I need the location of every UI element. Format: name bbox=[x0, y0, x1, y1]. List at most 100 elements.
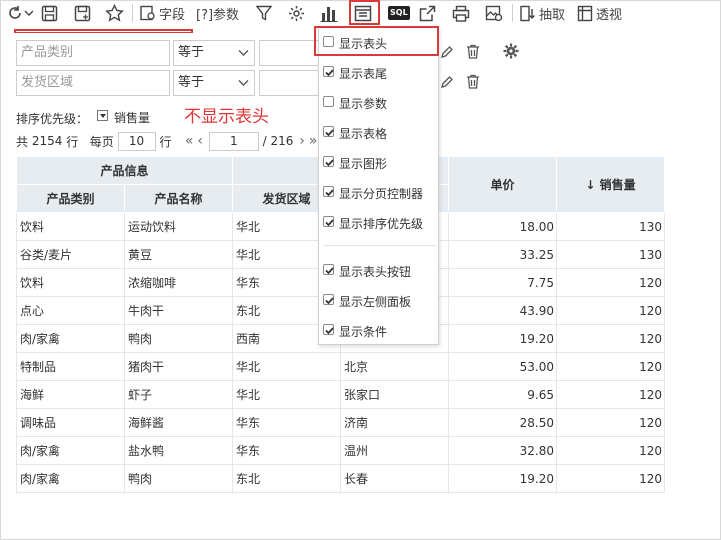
column-header[interactable]: 产品类别 bbox=[16, 184, 125, 213]
prev-page-icon[interactable]: ‹ bbox=[195, 133, 205, 149]
table-cell: 浓缩咖啡 bbox=[124, 268, 233, 297]
total-rows: 2154 bbox=[31, 134, 63, 148]
table-cell: 120 bbox=[556, 436, 665, 465]
table-cell: 特制品 bbox=[16, 352, 125, 381]
table-cell: 鸭肉 bbox=[124, 464, 233, 493]
params-label: [?]参数 bbox=[196, 7, 240, 23]
menu-item[interactable]: 显示表头 bbox=[319, 32, 438, 54]
column-header-sorted[interactable]: ↓ 销售量 bbox=[556, 156, 665, 213]
sort-priority-label: 排序优先级： bbox=[16, 112, 89, 126]
table-cell: 120 bbox=[556, 268, 665, 297]
checkbox-unchecked-icon[interactable] bbox=[323, 36, 334, 47]
filter-operator-value: 等于 bbox=[178, 45, 205, 60]
checkbox-checked-icon[interactable] bbox=[323, 216, 334, 227]
first-page-icon[interactable]: « bbox=[183, 133, 196, 149]
filter-icon bbox=[256, 5, 272, 21]
menu-item-label: 显示条件 bbox=[339, 325, 388, 339]
gear-icon[interactable] bbox=[503, 43, 519, 59]
checkbox-checked-icon[interactable] bbox=[323, 324, 334, 335]
table-cell: 张家口 bbox=[340, 380, 449, 409]
chart-button[interactable] bbox=[320, 2, 338, 24]
table-cell: 28.50 bbox=[448, 408, 557, 437]
menu-item-label: 显示表头 bbox=[339, 37, 388, 51]
filter-value-input[interactable] bbox=[259, 70, 319, 96]
next-page-icon[interactable]: › bbox=[297, 133, 307, 149]
column-header[interactable]: 单价 bbox=[448, 156, 557, 213]
filter-field-input[interactable]: 产品类别 bbox=[16, 40, 170, 66]
checkbox-checked-icon[interactable] bbox=[323, 126, 334, 137]
table-row[interactable]: 调味品 海鲜酱 华东 济南 28.50 120 bbox=[16, 408, 665, 437]
menu-item[interactable]: 显示表尾 bbox=[319, 62, 438, 84]
pivot-icon bbox=[577, 5, 593, 21]
menu-item[interactable]: 显示参数 bbox=[319, 92, 438, 114]
filter-value-input[interactable] bbox=[259, 40, 319, 66]
save-button[interactable] bbox=[41, 2, 58, 24]
checkbox-checked-icon[interactable] bbox=[323, 156, 334, 167]
refresh-button[interactable] bbox=[6, 2, 34, 24]
filter-operator-select[interactable]: 等于 bbox=[173, 70, 255, 96]
pivot-button[interactable]: 透视 bbox=[577, 2, 622, 24]
menu-item-label: 显示分页控制器 bbox=[339, 187, 424, 201]
table-row[interactable]: 肉/家禽 盐水鸭 华东 温州 32.80 120 bbox=[16, 436, 665, 465]
table-cell: 32.80 bbox=[448, 436, 557, 465]
checkbox-checked-icon[interactable] bbox=[323, 294, 334, 305]
column-header[interactable]: 产品名称 bbox=[124, 184, 233, 213]
trash-icon[interactable] bbox=[466, 74, 480, 89]
menu-item[interactable]: 显示表格 bbox=[319, 122, 438, 144]
image-export-button[interactable] bbox=[485, 2, 503, 24]
export-button[interactable] bbox=[419, 2, 436, 24]
table-row[interactable]: 肉/家禽 鸭肉 东北 长春 19.20 120 bbox=[16, 464, 665, 493]
sql-button[interactable]: SQL bbox=[388, 2, 410, 24]
table-cell: 虾子 bbox=[124, 380, 233, 409]
table-cell: 130 bbox=[556, 212, 665, 241]
fields-button[interactable]: 字段 bbox=[140, 2, 185, 24]
filter-operator-select[interactable]: 等于 bbox=[173, 40, 255, 66]
fields-icon bbox=[140, 5, 155, 21]
settings-button[interactable] bbox=[288, 2, 305, 24]
favorite-button[interactable] bbox=[105, 2, 124, 24]
table-cell: 19.20 bbox=[448, 324, 557, 353]
current-page-input[interactable]: 1 bbox=[208, 131, 259, 151]
table-cell: 120 bbox=[556, 408, 665, 437]
menu-item[interactable]: 显示排序优先级 bbox=[319, 212, 438, 234]
table-row[interactable]: 海鲜 虾子 华北 张家口 9.65 120 bbox=[16, 380, 665, 409]
edit-icon[interactable] bbox=[440, 45, 454, 59]
sort-field-dropdown[interactable] bbox=[97, 110, 108, 121]
annotation-text: 不显示表头 bbox=[184, 107, 269, 127]
group-header: 产品信息 bbox=[16, 156, 233, 185]
table-cell: 黄豆 bbox=[124, 240, 233, 269]
menu-item[interactable]: 显示左侧面板 bbox=[319, 290, 438, 312]
table-row[interactable]: 特制品 猪肉干 华北 北京 53.00 120 bbox=[16, 352, 665, 381]
total-prefix: 共 bbox=[16, 134, 29, 149]
per-page-input[interactable]: 10 bbox=[117, 131, 156, 151]
edit-icon[interactable] bbox=[440, 75, 454, 89]
rows-unit: 行 bbox=[159, 134, 172, 149]
table-cell: 调味品 bbox=[16, 408, 125, 437]
checkbox-checked-icon[interactable] bbox=[323, 264, 334, 275]
menu-item[interactable]: 显示分页控制器 bbox=[319, 182, 438, 204]
menu-item[interactable]: 显示条件 bbox=[319, 320, 438, 342]
filter-field-input[interactable]: 发货区域 bbox=[16, 70, 170, 96]
table-cell: 鸭肉 bbox=[124, 324, 233, 353]
checkbox-checked-icon[interactable] bbox=[323, 66, 334, 77]
table-cell: 120 bbox=[556, 380, 665, 409]
table-cell: 18.00 bbox=[448, 212, 557, 241]
filter-operator-value: 等于 bbox=[178, 75, 205, 90]
trash-icon[interactable] bbox=[466, 44, 480, 59]
sort-field-name[interactable]: 销售量 bbox=[114, 109, 150, 126]
table-cell: 点心 bbox=[16, 296, 125, 325]
page-count: / 216 bbox=[262, 134, 294, 148]
params-button[interactable]: [?]参数 bbox=[196, 2, 239, 24]
sort-desc-icon: ↓ bbox=[585, 178, 596, 192]
print-button[interactable] bbox=[452, 2, 470, 24]
table-cell: 饮料 bbox=[16, 268, 125, 297]
checkbox-unchecked-icon[interactable] bbox=[323, 96, 334, 107]
save-icon bbox=[41, 5, 58, 21]
table-cell: 华东 bbox=[232, 408, 341, 437]
save-as-button[interactable] bbox=[74, 2, 91, 24]
checkbox-checked-icon[interactable] bbox=[323, 186, 334, 197]
extract-button[interactable]: 抽取 bbox=[520, 2, 565, 24]
filter-button[interactable] bbox=[256, 2, 272, 24]
menu-item[interactable]: 显示图形 bbox=[319, 152, 438, 174]
menu-item[interactable]: 显示表头按钮 bbox=[319, 260, 438, 282]
